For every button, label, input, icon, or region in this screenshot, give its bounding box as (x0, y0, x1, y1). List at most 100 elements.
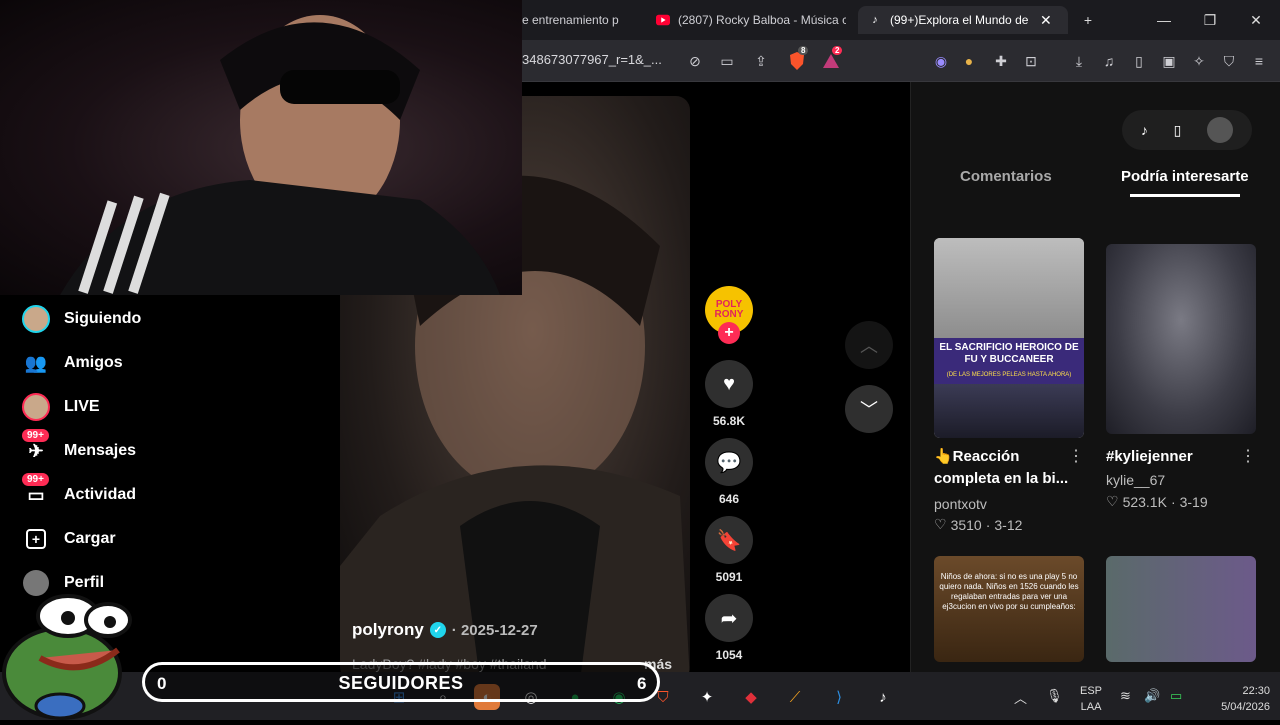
activity-icon: ▭ 99+ (20, 473, 52, 511)
next-video-button[interactable]: ﹀ (845, 385, 893, 433)
panel-top-controls: ♪ ▯ (1122, 110, 1252, 150)
verified-icon: ✓ (429, 622, 446, 638)
card-stats: ♡ 523.1K · 3-19 (1106, 493, 1208, 510)
sidebar-item-label: Actividad (64, 486, 137, 503)
like-count: 56.8K (712, 414, 746, 428)
video-date: 2025-12-27 (460, 621, 538, 639)
wifi-icon[interactable]: ≋ (1120, 688, 1131, 704)
volume-icon[interactable]: 🔊 (1144, 688, 1160, 704)
share-count: 1054 (715, 648, 743, 662)
extensions-icon[interactable]: ✚ (990, 50, 1012, 72)
card-stats: ♡ 3510 · 3-12 (934, 516, 1022, 533)
clock[interactable]: 22:30 5/04/2026 (1204, 683, 1270, 715)
leo-ai-icon[interactable]: ✧ (1188, 50, 1210, 72)
tray-chevron-icon[interactable]: ︿ (1014, 688, 1027, 707)
more-options-icon[interactable]: ⋮ (1240, 446, 1256, 466)
thumb-text: Niños de ahora: si no es una play 5 no q… (939, 572, 1079, 611)
video-card-thumb[interactable] (1106, 556, 1256, 662)
save-button[interactable]: 🔖 (705, 516, 753, 564)
sidebar-item-activity[interactable]: ▭ 99+ Actividad (20, 473, 137, 511)
webcam-overlay (0, 0, 522, 295)
heart-outline-icon: ♡ (934, 516, 947, 532)
card-title[interactable]: 👆Reacción completa en la bi... (934, 446, 1084, 490)
card-likes: 523.1K (1122, 493, 1167, 510)
chevron-up-icon: ︿ (860, 336, 878, 356)
extension-color-icon[interactable]: ● (958, 50, 980, 72)
creator-avatar-text: POLY RONY (714, 299, 744, 320)
menu-icon[interactable]: ≡ (1248, 50, 1270, 72)
tab-training[interactable]: e entrenamiento p (522, 6, 632, 34)
maximize-button[interactable]: ❐ (1190, 8, 1230, 32)
sidebar-item-live[interactable]: LIVE (20, 391, 100, 423)
heart-outline-icon: ♡ (1106, 493, 1119, 509)
media-icon[interactable]: ♫ (1098, 50, 1120, 72)
brave-shield-icon[interactable]: 8 (786, 46, 809, 72)
card-author[interactable]: kylie__67 (1106, 472, 1165, 488)
tiktok-taskbar-icon[interactable]: ♪ (870, 684, 896, 710)
followers-label: SEGUIDORES (338, 673, 464, 693)
video-card-thumb[interactable] (1106, 244, 1256, 434)
microphone-icon[interactable]: 🎙 (1046, 688, 1063, 704)
tab-youtube[interactable]: (2807) Rocky Balboa - Música c (646, 6, 846, 34)
tab-recommended[interactable]: Podría interesarte (1121, 168, 1249, 185)
anydesk-icon[interactable]: ◆ (738, 684, 764, 710)
sidebar-item-upload[interactable]: + Cargar (20, 523, 116, 555)
magic-app-icon[interactable]: ✦ (694, 684, 720, 710)
youtube-icon (656, 13, 670, 27)
card-likes: 3510 (950, 516, 982, 533)
previous-video-button[interactable]: ︿ (845, 321, 893, 369)
battery-icon[interactable]: ▭ (1170, 688, 1182, 704)
heart-icon: ♥ (723, 372, 735, 395)
rewards-icon[interactable]: 2 (820, 46, 843, 72)
tab-comments[interactable]: Comentarios (960, 168, 1052, 185)
close-window-button[interactable]: ✕ (1236, 8, 1276, 32)
wallet-icon[interactable]: ▣ (1158, 50, 1180, 72)
tab-title: e entrenamiento p (522, 13, 619, 27)
sidebar-toggle-icon[interactable]: ▯ (1128, 50, 1150, 72)
sidebar-item-label: Mensajes (64, 442, 137, 459)
download-icon[interactable]: ⤓ (1068, 50, 1090, 72)
app-yellow-icon[interactable]: ⟋ (782, 684, 808, 710)
language-indicator[interactable]: ESP LAA (1080, 683, 1102, 715)
tab-tiktok[interactable]: ♪ (99+)Explora el Mundo de ✕ (858, 6, 1068, 34)
user-avatar[interactable] (1207, 117, 1234, 143)
vpn-icon[interactable]: ⛉ (1218, 50, 1240, 72)
comment-count: 646 (718, 492, 740, 506)
date-separator: · (451, 621, 461, 639)
address-bar[interactable]: 348673077967_r=1&_... (522, 52, 662, 67)
thumb-subheadline: (DE LAS MEJORES PELEAS HASTA AHORA) (934, 372, 1084, 384)
reader-mode-icon[interactable]: ⊘ (684, 50, 706, 72)
screenshot-icon[interactable]: ⊡ (1020, 50, 1042, 72)
card-title[interactable]: #kyliejenner (1106, 446, 1193, 468)
extension-ghost-icon[interactable]: ◉ (930, 50, 952, 72)
video-card-thumb[interactable]: EL SACRIFICIO HEROICO DE FU Y BUCCANEER … (934, 238, 1084, 438)
more-options-icon[interactable]: ⋮ (1068, 446, 1084, 466)
save-count: 5091 (715, 570, 743, 584)
vscode-icon[interactable]: ⟩ (826, 684, 852, 710)
pepe-frog-icon (2, 594, 132, 720)
like-button[interactable]: ♥ (705, 360, 753, 408)
tiktok-logo-icon[interactable]: ♪ (1141, 122, 1148, 138)
phone-icon[interactable]: ▯ (1174, 122, 1182, 139)
sidebar-item-messages[interactable]: ✈ 99+ Mensajes (20, 429, 137, 467)
sidebar-item-label: Siguiendo (64, 310, 142, 327)
followers-goal-bar: 0 SEGUIDORES 6 (142, 662, 660, 702)
sidebar-item-friends[interactable]: 👥 Amigos (20, 347, 123, 379)
close-tab-icon[interactable]: ✕ (1040, 12, 1052, 29)
sidebar-item-following[interactable]: Siguiendo (20, 303, 141, 335)
author-name[interactable]: polyrony (352, 620, 424, 640)
messages-badge: 99+ (22, 429, 49, 442)
minimize-button[interactable]: — (1144, 8, 1184, 32)
new-tab-button[interactable]: + (1068, 8, 1108, 32)
keyboard-layout: LAA (1080, 701, 1102, 713)
video-card-thumb[interactable]: Niños de ahora: si no es una play 5 no q… (934, 556, 1084, 662)
sidebar-item-label: Cargar (64, 530, 116, 547)
share-button[interactable]: ➦ (705, 594, 753, 642)
comment-button[interactable]: 💬 (705, 438, 753, 486)
card-author[interactable]: pontxotv (934, 496, 987, 512)
comment-bubble-icon: 💬 (716, 451, 742, 474)
cast-icon[interactable]: ▭ (716, 50, 738, 72)
follow-plus-button[interactable]: + (718, 322, 740, 344)
share-icon[interactable]: ⇪ (750, 50, 772, 72)
avatar-ring-icon (20, 303, 52, 335)
